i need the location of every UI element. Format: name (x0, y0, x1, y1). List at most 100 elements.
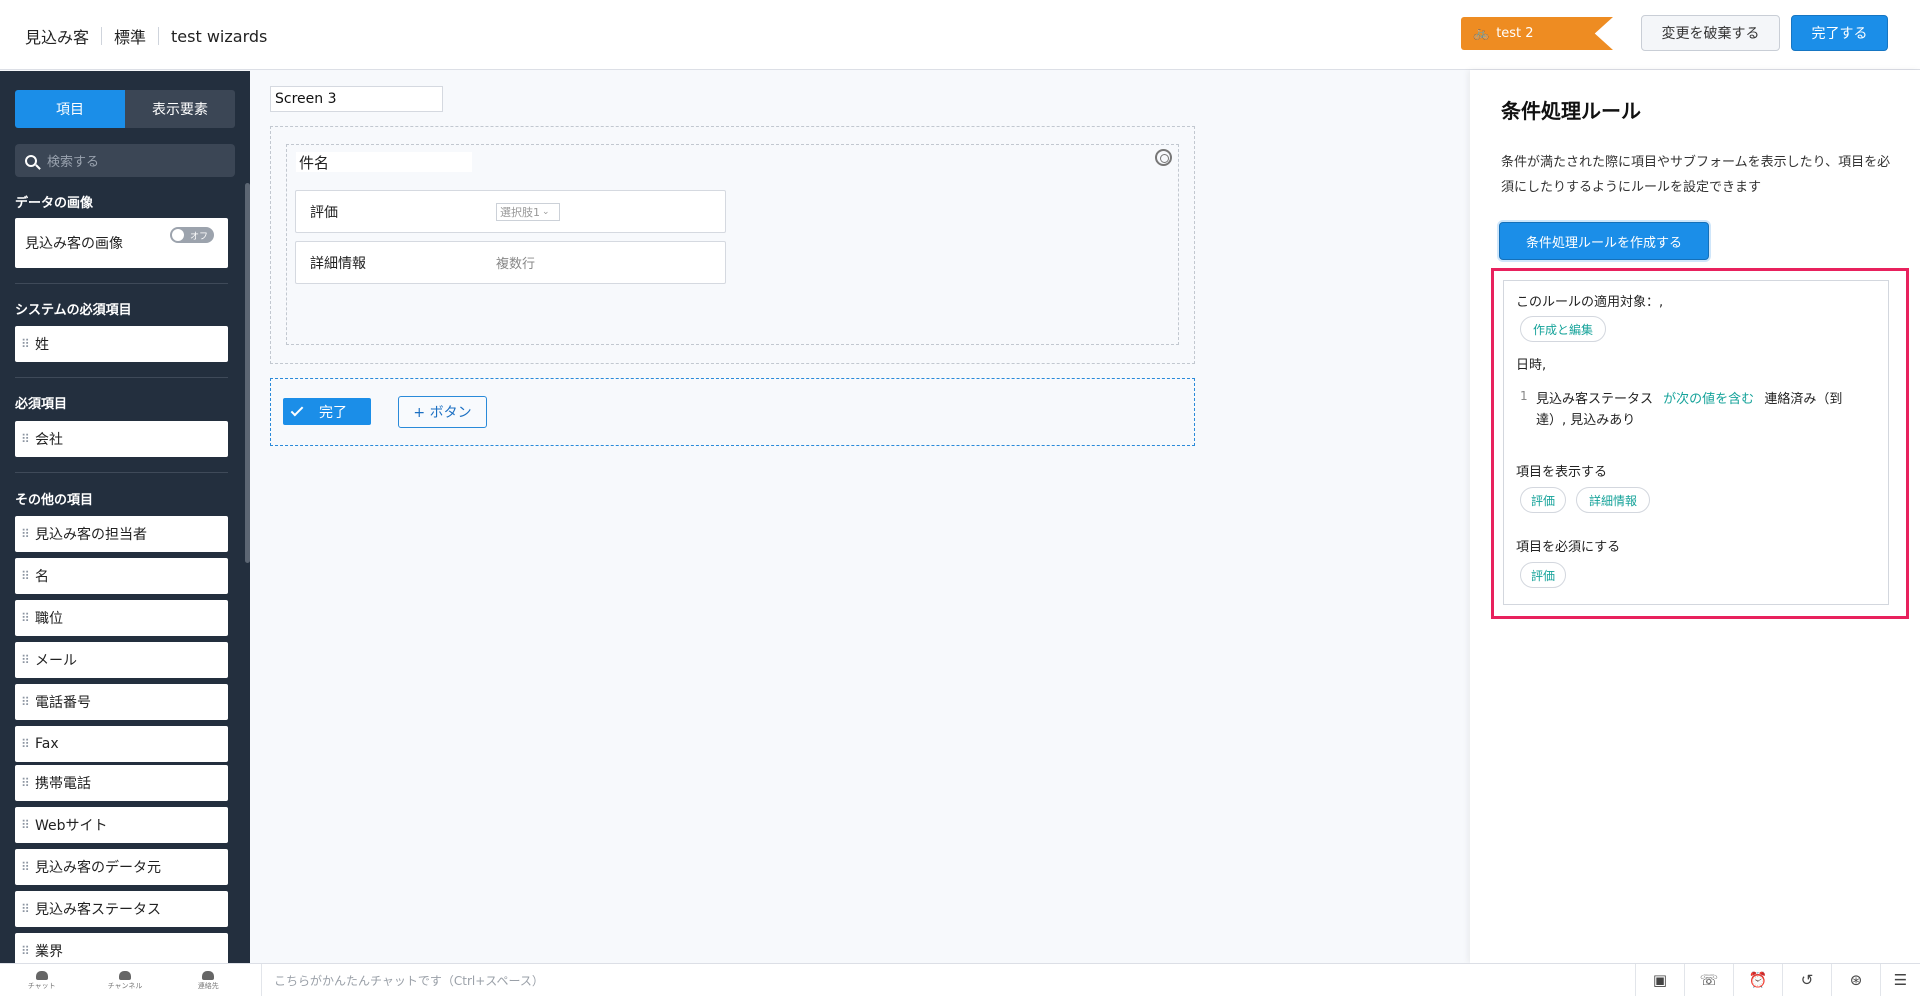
nav-chat[interactable]: チャット (0, 964, 83, 996)
field-title[interactable]: ⠿ 職位 (15, 600, 228, 636)
bottom-bar: チャット チャンネル 連絡先 こちらがかんたんチャットです（Ctrl+スペース）… (0, 963, 1920, 996)
field-phone[interactable]: ⠿ 電話番号 (15, 684, 228, 720)
nav-channels[interactable]: チャンネル (83, 964, 166, 996)
field-lead-owner[interactable]: ⠿ 見込み客の担当者 (15, 516, 228, 552)
section-title-system-required: システムの必須項目 (15, 303, 132, 318)
drag-handle-icon[interactable]: ⠿ (21, 902, 35, 916)
field-label: Fax (35, 736, 59, 752)
tab-fields[interactable]: 項目 (15, 90, 125, 128)
field-label: 携帯電話 (35, 776, 91, 792)
condition-number: 1 (1520, 389, 1528, 403)
alarm-icon[interactable]: ⏰ (1733, 964, 1782, 996)
complete-button[interactable]: 完了 (283, 398, 371, 425)
search-icon (25, 154, 37, 167)
create-rule-button[interactable]: 条件処理ルールを作成する (1499, 222, 1709, 260)
notes-icon[interactable]: ☰ (1880, 964, 1920, 996)
drag-handle-icon[interactable]: ⠿ (21, 860, 35, 874)
condition-operator: が次の値を含む (1663, 392, 1755, 407)
drag-handle-icon[interactable]: ⠿ (21, 337, 35, 351)
form-field-description[interactable]: 詳細情報 複数行 (295, 241, 726, 284)
field-lead-status[interactable]: ⠿ 見込み客ステータス (15, 891, 228, 927)
nav-label: 連絡先 (197, 981, 219, 990)
drag-handle-icon[interactable]: ⠿ (21, 653, 35, 667)
sidebar-scrollbar[interactable] (245, 183, 250, 563)
drag-handle-icon[interactable]: ⠿ (21, 818, 35, 832)
ribbon-label: test 2 (1496, 26, 1534, 41)
field-last-name[interactable]: ⠿ 姓 (15, 326, 228, 362)
breadcrumb-wizard: test wizards (171, 26, 268, 46)
field-lead-image[interactable]: 見込み客の画像 オフ (15, 218, 228, 268)
field-label: 会社 (35, 432, 63, 448)
applies-to-chip: 作成と編集 (1520, 316, 1606, 342)
condition-value-1: 連絡済み（到 (1764, 392, 1843, 407)
accessibility-icon[interactable]: ⊛ (1831, 964, 1880, 996)
section-title-other: その他の項目 (15, 493, 94, 508)
field-label: 姓 (35, 337, 49, 353)
field-label: メール (35, 653, 77, 669)
field-lead-source[interactable]: ⠿ 見込み客のデータ元 (15, 849, 228, 885)
add-button[interactable]: + ボタン (398, 396, 487, 428)
call-icon[interactable]: ☏ (1684, 964, 1733, 996)
rule-card[interactable]: このルールの適用対象：, 作成と編集 日時, 1 見込み客ステータス が次の値を… (1503, 280, 1889, 605)
condition-field: 見込み客ステータス (1536, 392, 1654, 407)
breadcrumb-layout[interactable]: 標準 (114, 24, 146, 48)
show-chip-rating: 評価 (1520, 487, 1566, 513)
breadcrumb-divider (158, 27, 160, 45)
section-title-data-image: データの画像 (15, 196, 94, 211)
image-toggle[interactable]: オフ (170, 227, 214, 243)
complete-button-label: 完了 (319, 404, 347, 421)
field-first-name[interactable]: ⠿ 名 (15, 558, 228, 594)
drag-handle-icon[interactable]: ⠿ (21, 432, 35, 446)
chevron-down-icon: ⌄ (542, 207, 550, 217)
drag-handle-icon[interactable]: ⠿ (21, 776, 35, 790)
breadcrumb-module[interactable]: 見込み客 (25, 24, 89, 48)
condition-text: 見込み客ステータス が次の値を含む 連絡済み（到 達）, 見込みあり (1536, 389, 1876, 431)
section-name-input[interactable]: 件名 (296, 152, 472, 172)
condition-value-2: 達）, 見込みあり (1536, 413, 1636, 428)
applies-to-label: このルールの適用対象：, (1516, 295, 1664, 310)
field-email[interactable]: ⠿ メール (15, 642, 228, 678)
when-label: 日時, (1516, 358, 1547, 373)
drag-handle-icon[interactable]: ⠿ (21, 737, 35, 751)
show-fields-label: 項目を表示する (1516, 465, 1608, 480)
picklist-value: 選択肢1 (500, 206, 540, 219)
sidebar-tabs: 項目 表示要素 (15, 90, 235, 128)
divider (15, 283, 228, 284)
gear-icon[interactable] (1155, 149, 1172, 166)
wizard-ribbon[interactable]: 🚲 test 2 (1461, 17, 1613, 50)
drag-handle-icon[interactable]: ⠿ (21, 527, 35, 541)
field-sidebar: 項目 表示要素 検索する データの画像 見込み客の画像 オフ システムの必須項目… (0, 71, 250, 963)
field-mobile[interactable]: ⠿ 携帯電話 (15, 765, 228, 801)
divider (15, 472, 228, 473)
panel-description: 条件が満たされた際に項目やサブフォームを表示したり、項目を必須にしたりするように… (1501, 155, 1891, 195)
show-chip-description: 詳細情報 (1576, 487, 1650, 513)
required-chip-rating: 評価 (1520, 562, 1566, 588)
panel-title: 条件処理ルール (1501, 99, 1641, 123)
tab-display-elements[interactable]: 表示要素 (125, 90, 235, 128)
drag-handle-icon[interactable]: ⠿ (21, 695, 35, 709)
screen-icon[interactable]: ▣ (1635, 964, 1684, 996)
nav-contacts[interactable]: 連絡先 (167, 964, 250, 996)
screen-name-input[interactable]: Screen 3 (270, 86, 443, 112)
top-header: 見込み客 標準 test wizards 🚲 test 2 変更を破棄する 完了… (0, 0, 1920, 70)
field-website[interactable]: ⠿ Webサイト (15, 807, 228, 843)
nav-label: チャット (27, 981, 56, 990)
search-input[interactable]: 検索する (15, 144, 235, 177)
field-industry[interactable]: ⠿ 業界 (15, 933, 228, 963)
form-field-label: 評価 (310, 204, 338, 221)
field-label: 電話番号 (35, 695, 91, 711)
field-fax[interactable]: ⠿ Fax (15, 726, 228, 762)
discard-changes-button[interactable]: 変更を破棄する (1641, 15, 1780, 51)
drag-handle-icon[interactable]: ⠿ (21, 611, 35, 625)
field-label: 業界 (35, 944, 63, 960)
chat-input[interactable]: こちらがかんたんチャットです（Ctrl+スペース） (261, 964, 1641, 996)
drag-handle-icon[interactable]: ⠿ (21, 569, 35, 583)
done-button[interactable]: 完了する (1791, 15, 1888, 51)
bottom-nav: チャット チャンネル 連絡先 (0, 964, 250, 996)
history-icon[interactable]: ↺ (1782, 964, 1831, 996)
field-label: 見込み客のデータ元 (35, 860, 161, 876)
form-field-rating[interactable]: 評価 選択肢1 ⌄ (295, 190, 726, 233)
channels-icon (118, 970, 131, 980)
drag-handle-icon[interactable]: ⠿ (21, 944, 35, 958)
field-company[interactable]: ⠿ 会社 (15, 421, 228, 457)
